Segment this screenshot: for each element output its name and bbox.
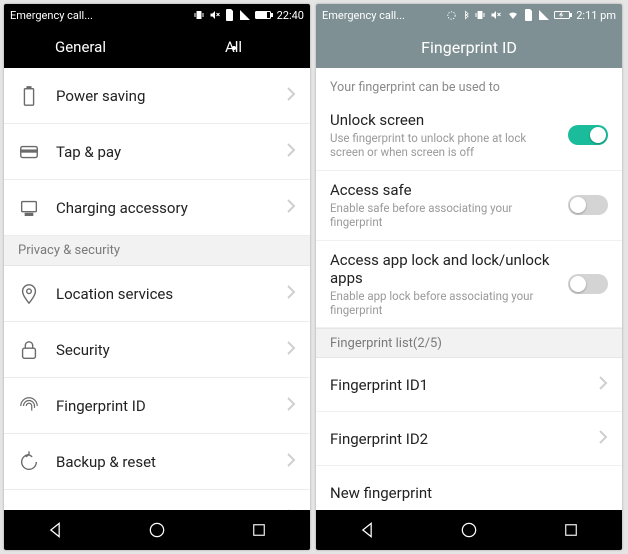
toggle-access-safe[interactable]: [568, 195, 608, 215]
nfc-pay-icon: [18, 141, 40, 163]
section-fingerprint-list: Fingerprint list(2/5): [316, 328, 622, 358]
signal-icon: [239, 9, 251, 21]
bluetooth-icon: [461, 9, 470, 21]
option-title: Access app lock and lock/unlock apps: [330, 251, 558, 287]
option-subtitle: Enable safe before associating your fing…: [330, 201, 558, 230]
fingerprint-item-1[interactable]: Fingerprint ID1: [316, 358, 622, 412]
chevron-right-icon: [286, 142, 296, 161]
option-subtitle: Enable app lock before associating your …: [330, 289, 558, 318]
vibrate-icon: [474, 9, 486, 21]
page-title: Fingerprint ID: [421, 38, 517, 57]
row-charging-accessory[interactable]: Charging accessory: [4, 180, 310, 236]
chevron-right-icon: [286, 284, 296, 303]
chevron-right-icon: [598, 430, 608, 448]
row-label: Tap & pay: [56, 143, 286, 161]
fingerprint-label: New fingerprint: [330, 484, 608, 502]
nav-back-button[interactable]: [35, 510, 75, 550]
nav-bar: [316, 510, 622, 550]
option-access-safe[interactable]: Access safe Enable safe before associati…: [316, 171, 622, 241]
vibrate-icon: [193, 9, 205, 21]
fingerprint-item-2[interactable]: Fingerprint ID2: [316, 412, 622, 466]
chevron-right-icon: [286, 340, 296, 359]
nav-recent-button[interactable]: [551, 510, 591, 550]
option-title: Access safe: [330, 181, 558, 199]
row-more[interactable]: ••• More: [4, 490, 310, 510]
chevron-right-icon: [286, 396, 296, 415]
chevron-right-icon: [286, 452, 296, 471]
section-privacy-security: Privacy & security: [4, 236, 310, 266]
nav-home-button[interactable]: [137, 510, 177, 550]
row-label: Fingerprint ID: [56, 397, 286, 415]
row-label: Location services: [56, 285, 286, 303]
row-tap-pay[interactable]: Tap & pay: [4, 124, 310, 180]
status-icons: [446, 9, 572, 21]
sim-icon: [524, 9, 534, 21]
wifi-icon: [506, 9, 520, 21]
row-fingerprint-id[interactable]: Fingerprint ID: [4, 378, 310, 434]
title-bar: Fingerprint ID: [316, 26, 622, 68]
nav-back-button[interactable]: [347, 510, 387, 550]
backup-icon: [18, 451, 40, 473]
nav-bar: [4, 510, 310, 550]
mute-icon: [490, 9, 502, 21]
status-bar: Emergency call... 22:40: [4, 4, 310, 26]
settings-screen: Emergency call... 22:40 General All Powe…: [4, 4, 310, 550]
battery-saver-icon: [18, 85, 40, 107]
fingerprint-content[interactable]: Your fingerprint can be used to Unlock s…: [316, 68, 622, 510]
status-icons: [193, 9, 273, 21]
nav-recent-button[interactable]: [239, 510, 279, 550]
mute-icon: [209, 9, 221, 21]
row-label: Security: [56, 341, 286, 359]
row-label: Backup & reset: [56, 453, 286, 471]
option-subtitle: Use fingerprint to unlock phone at lock …: [330, 131, 558, 160]
fingerprint-label: Fingerprint ID2: [330, 430, 598, 448]
fingerprint-item-new[interactable]: New fingerprint: [316, 466, 622, 510]
clock-label: 2:11 pm: [576, 9, 616, 22]
option-unlock-screen[interactable]: Unlock screen Use fingerprint to unlock …: [316, 101, 622, 171]
row-security[interactable]: Security: [4, 322, 310, 378]
settings-list[interactable]: Power saving Tap & pay Charging accessor…: [4, 68, 310, 510]
row-backup-reset[interactable]: Backup & reset: [4, 434, 310, 490]
toggle-access-app-lock[interactable]: [568, 274, 608, 294]
row-label: Charging accessory: [56, 199, 286, 217]
tab-bar: General All: [4, 26, 310, 68]
signal-icon: [538, 9, 550, 21]
option-access-app-lock[interactable]: Access app lock and lock/unlock apps Ena…: [316, 241, 622, 329]
battery-charging-icon: [554, 10, 572, 20]
carrier-label: Emergency call...: [10, 9, 93, 22]
tab-all[interactable]: All: [157, 38, 310, 56]
tab-general[interactable]: General: [4, 38, 157, 56]
row-location-services[interactable]: Location services: [4, 266, 310, 322]
clock-label: 22:40: [277, 9, 304, 22]
chevron-right-icon: [598, 376, 608, 394]
lock-icon: [18, 339, 40, 361]
carrier-label: Emergency call...: [322, 9, 405, 22]
row-power-saving[interactable]: Power saving: [4, 68, 310, 124]
fingerprint-screen: Emergency call... 2:11 pm Fingerprint ID…: [316, 4, 622, 550]
hint-text: Your fingerprint can be used to: [316, 68, 622, 101]
toggle-unlock-screen[interactable]: [568, 125, 608, 145]
row-label: Power saving: [56, 87, 286, 105]
nav-home-button[interactable]: [449, 510, 489, 550]
location-icon: [18, 283, 40, 305]
dock-icon: [18, 197, 40, 219]
chevron-right-icon: [286, 86, 296, 105]
fingerprint-icon: [18, 395, 40, 417]
status-bar: Emergency call... 2:11 pm: [316, 4, 622, 26]
battery-icon: [255, 10, 273, 20]
option-title: Unlock screen: [330, 111, 558, 129]
chevron-right-icon: [286, 198, 296, 217]
fingerprint-label: Fingerprint ID1: [330, 376, 598, 394]
sim-icon: [225, 9, 235, 21]
sync-icon: [446, 10, 457, 21]
